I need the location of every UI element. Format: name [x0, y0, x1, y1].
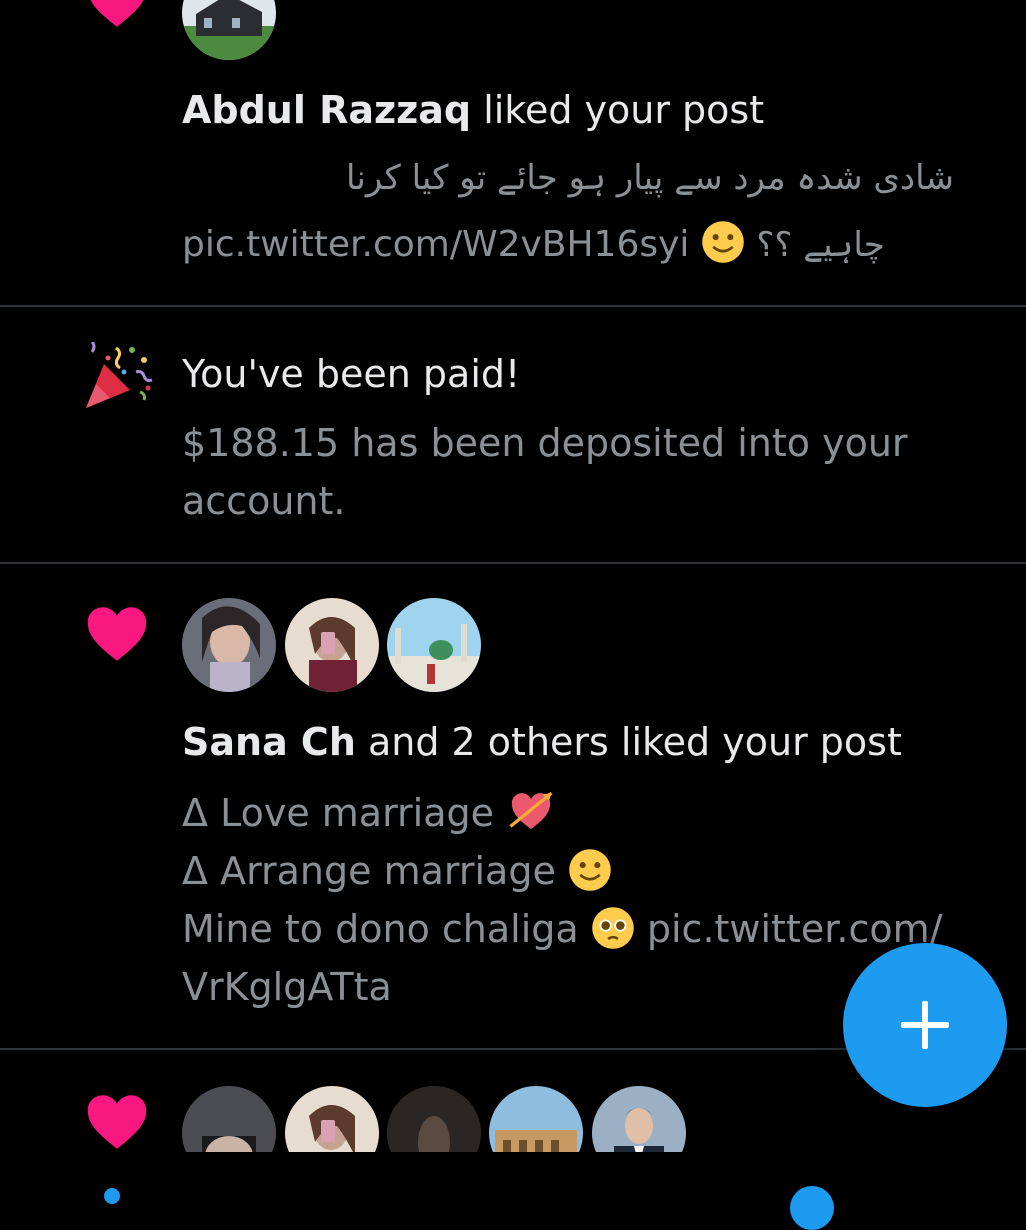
notification-headline: Abdul Razzaq liked your post: [182, 84, 764, 136]
smiley-emoji: [702, 221, 744, 263]
payout-title: You've been paid!: [182, 352, 521, 396]
notification-headline: Sana Ch and 2 others liked your post: [182, 716, 902, 768]
user-name[interactable]: Sana Ch: [182, 720, 356, 764]
heart-icon: [87, 607, 147, 661]
post-text: Mine to dono chaliga: [182, 907, 579, 951]
bottom-nav-bar: [0, 1152, 1026, 1200]
party-popper-icon: [86, 342, 153, 408]
heart-icon: [90, 0, 144, 27]
post-text-urdu-end: چاہیے ؟؟: [756, 225, 885, 265]
payout-body-line: $188.15 has been deposited into your: [182, 421, 908, 465]
post-text-line-3: Mine to dono chaliga pic.twitter.com/: [182, 900, 972, 958]
nav-indicator-dot: [104, 1188, 120, 1204]
post-text: Δ Love marriage: [182, 791, 494, 835]
post-link[interactable]: pic.twitter.com/W2vBH16syi: [182, 224, 689, 265]
post-text-line-2: Δ Arrange marriage: [182, 842, 972, 900]
plus-icon: [901, 1001, 949, 1049]
post-link[interactable]: pic.twitter.com/: [647, 907, 943, 951]
payout-body-line-2: account.: [182, 479, 346, 523]
user-name[interactable]: Abdul Razzaq: [182, 88, 471, 132]
heart-arrow-emoji: [509, 791, 553, 829]
post-text-line-2: pic.twitter.com/W2vBH16syi چاہیے ؟؟: [182, 216, 954, 274]
nav-indicator-dot: [790, 1186, 834, 1230]
heart-icon: [87, 1095, 147, 1149]
notifications-feed: Abdul Razzaq liked your post شادی شدہ مر…: [0, 0, 1026, 1230]
compose-button[interactable]: [843, 943, 1007, 1107]
pleading-face-emoji: [592, 907, 634, 949]
post-text: Δ Arrange marriage: [182, 849, 556, 893]
avatar[interactable]: [285, 598, 379, 692]
notification-action: and 2 others liked your post: [355, 720, 902, 764]
divider: [0, 305, 1026, 307]
divider: [0, 562, 1026, 564]
post-text-line: Δ Love marriage: [182, 784, 972, 842]
post-text-line: شادی شدہ مرد سے پیار ہو جائے تو کیا کرنا: [346, 158, 954, 198]
avatar[interactable]: [182, 0, 276, 60]
avatar[interactable]: [182, 598, 276, 692]
avatar[interactable]: [387, 598, 481, 692]
notification-action: liked your post: [471, 88, 765, 132]
smiley-emoji: [569, 849, 611, 891]
